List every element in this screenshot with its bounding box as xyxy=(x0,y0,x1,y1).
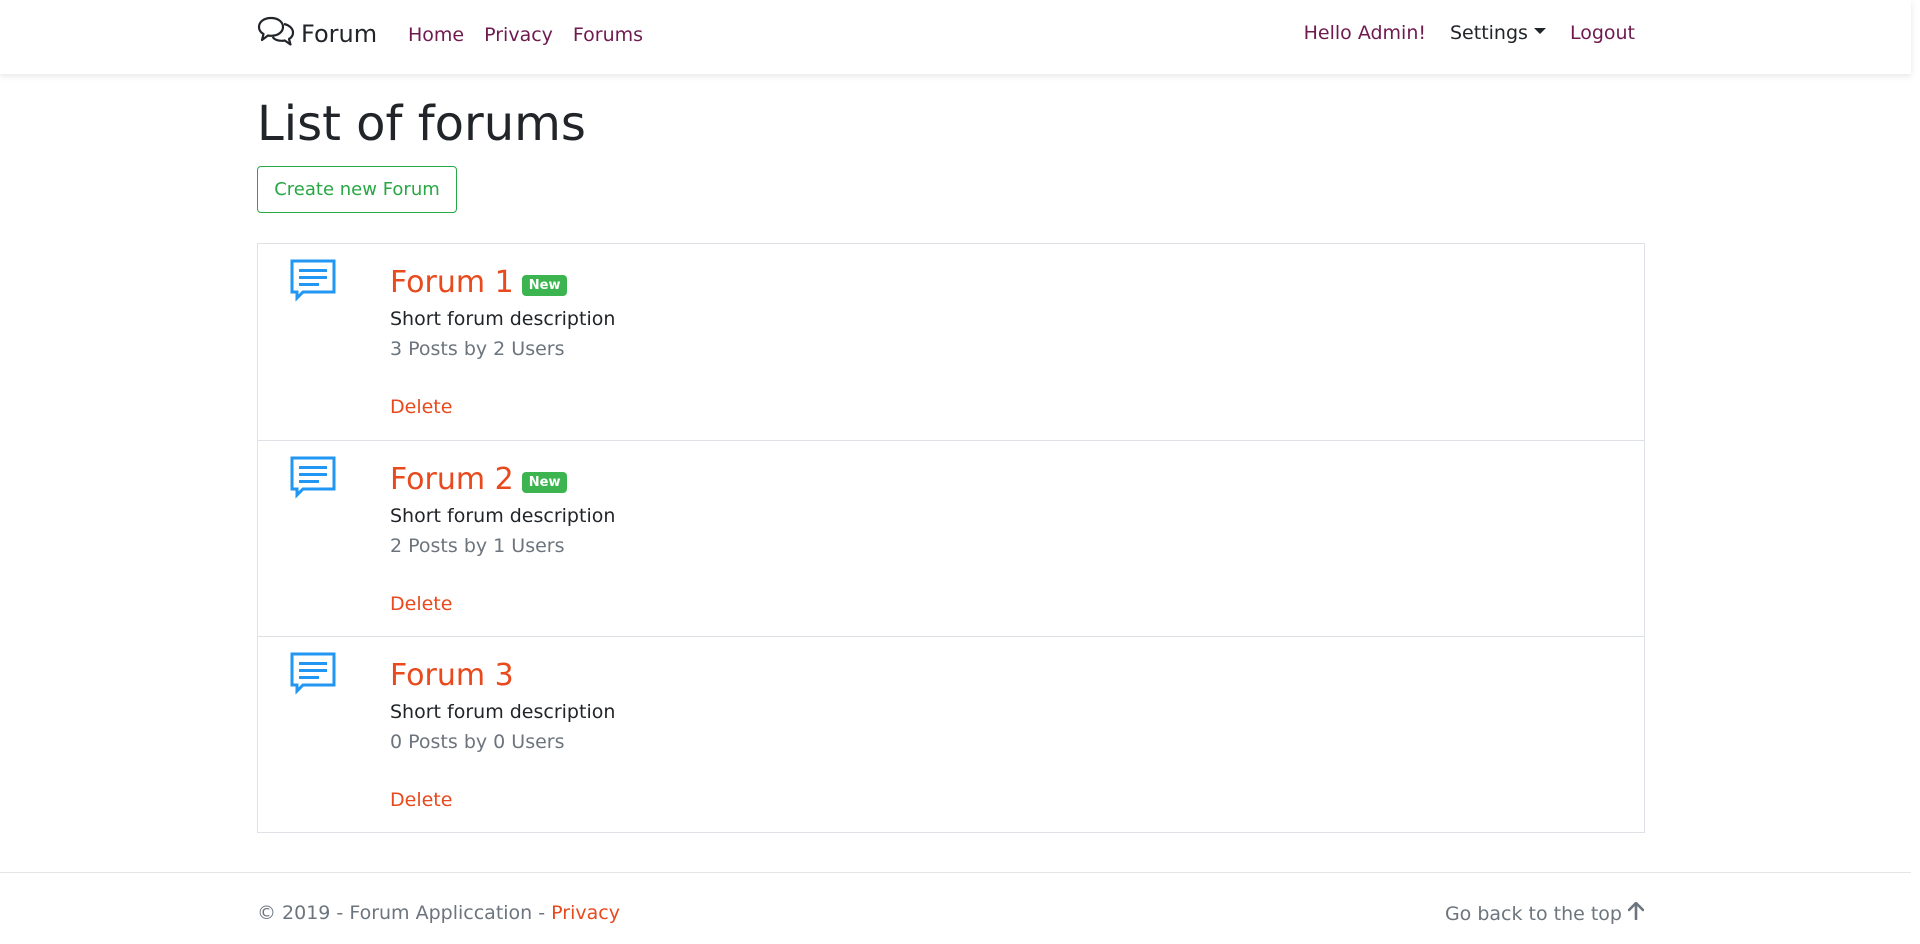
delete-forum-link[interactable]: Delete xyxy=(390,593,452,615)
new-badge: New xyxy=(521,274,568,296)
settings-label: Settings xyxy=(1450,22,1528,44)
create-forum-button[interactable]: Create new Forum xyxy=(257,166,457,213)
caret-down-icon xyxy=(1533,28,1546,34)
logout-link[interactable]: Logout xyxy=(1570,22,1635,44)
delete-forum-link[interactable]: Delete xyxy=(390,396,452,418)
forum-body: Forum 3 Short forum description 0 Posts … xyxy=(390,655,1624,812)
forum-description: Short forum description xyxy=(390,308,616,330)
navbar: Forum Home Privacy Forums Hello Admin! S… xyxy=(0,0,1911,74)
message-icon xyxy=(289,652,337,700)
user-nav: Hello Admin! Settings Logout xyxy=(1304,22,1635,44)
forum-item: Forum 3 Short forum description 0 Posts … xyxy=(258,636,1644,832)
forum-title-link[interactable]: Forum 3 xyxy=(390,658,514,693)
back-to-top-link[interactable]: Go back to the top xyxy=(1444,901,1645,925)
forum-item: Forum 1 New Short forum description 3 Po… xyxy=(258,244,1644,440)
nav-privacy-link[interactable]: Privacy xyxy=(484,24,553,46)
forum-title-row: Forum 3 xyxy=(390,655,1624,695)
forum-title-row: Forum 1 New xyxy=(390,262,1624,302)
settings-dropdown[interactable]: Settings xyxy=(1450,22,1546,44)
forum-stats: 0 Posts by 0 Users xyxy=(390,731,565,753)
arrow-up-icon xyxy=(1627,901,1645,925)
copyright: © 2019 - Forum Appliccation - Privacy xyxy=(257,902,620,924)
delete-forum-link[interactable]: Delete xyxy=(390,789,452,811)
forum-item: Forum 2 New Short forum description 2 Po… xyxy=(258,440,1644,636)
forum-description: Short forum description xyxy=(390,505,616,527)
copyright-text: © 2019 - Forum Appliccation - xyxy=(257,902,552,924)
forum-title-row: Forum 2 New xyxy=(390,459,1624,499)
back-to-top-label: Go back to the top xyxy=(1444,902,1622,925)
brand-link[interactable]: Forum xyxy=(257,14,377,48)
message-icon xyxy=(289,259,337,307)
main-nav: Home Privacy Forums xyxy=(408,24,643,46)
forum-list: Forum 1 New Short forum description 3 Po… xyxy=(257,243,1645,833)
footer: © 2019 - Forum Appliccation - Privacy Go… xyxy=(0,872,1911,944)
nav-home-link[interactable]: Home xyxy=(408,24,464,46)
message-icon xyxy=(289,456,337,504)
forum-body: Forum 2 New Short forum description 2 Po… xyxy=(390,459,1624,616)
page-title: List of forums xyxy=(257,96,586,152)
forum-description: Short forum description xyxy=(390,701,616,723)
forum-stats: 3 Posts by 2 Users xyxy=(390,338,565,360)
forum-stats: 2 Posts by 1 Users xyxy=(390,535,565,557)
new-badge: New xyxy=(521,471,568,493)
forum-title-link[interactable]: Forum 2 xyxy=(390,462,514,497)
user-greeting-link[interactable]: Hello Admin! xyxy=(1304,22,1426,44)
brand-label: Forum xyxy=(301,20,378,48)
forum-body: Forum 1 New Short forum description 3 Po… xyxy=(390,262,1624,419)
nav-forums-link[interactable]: Forums xyxy=(573,24,643,46)
footer-privacy-link[interactable]: Privacy xyxy=(551,902,620,924)
forum-title-link[interactable]: Forum 1 xyxy=(390,265,514,300)
speech-bubbles-icon xyxy=(257,15,295,47)
